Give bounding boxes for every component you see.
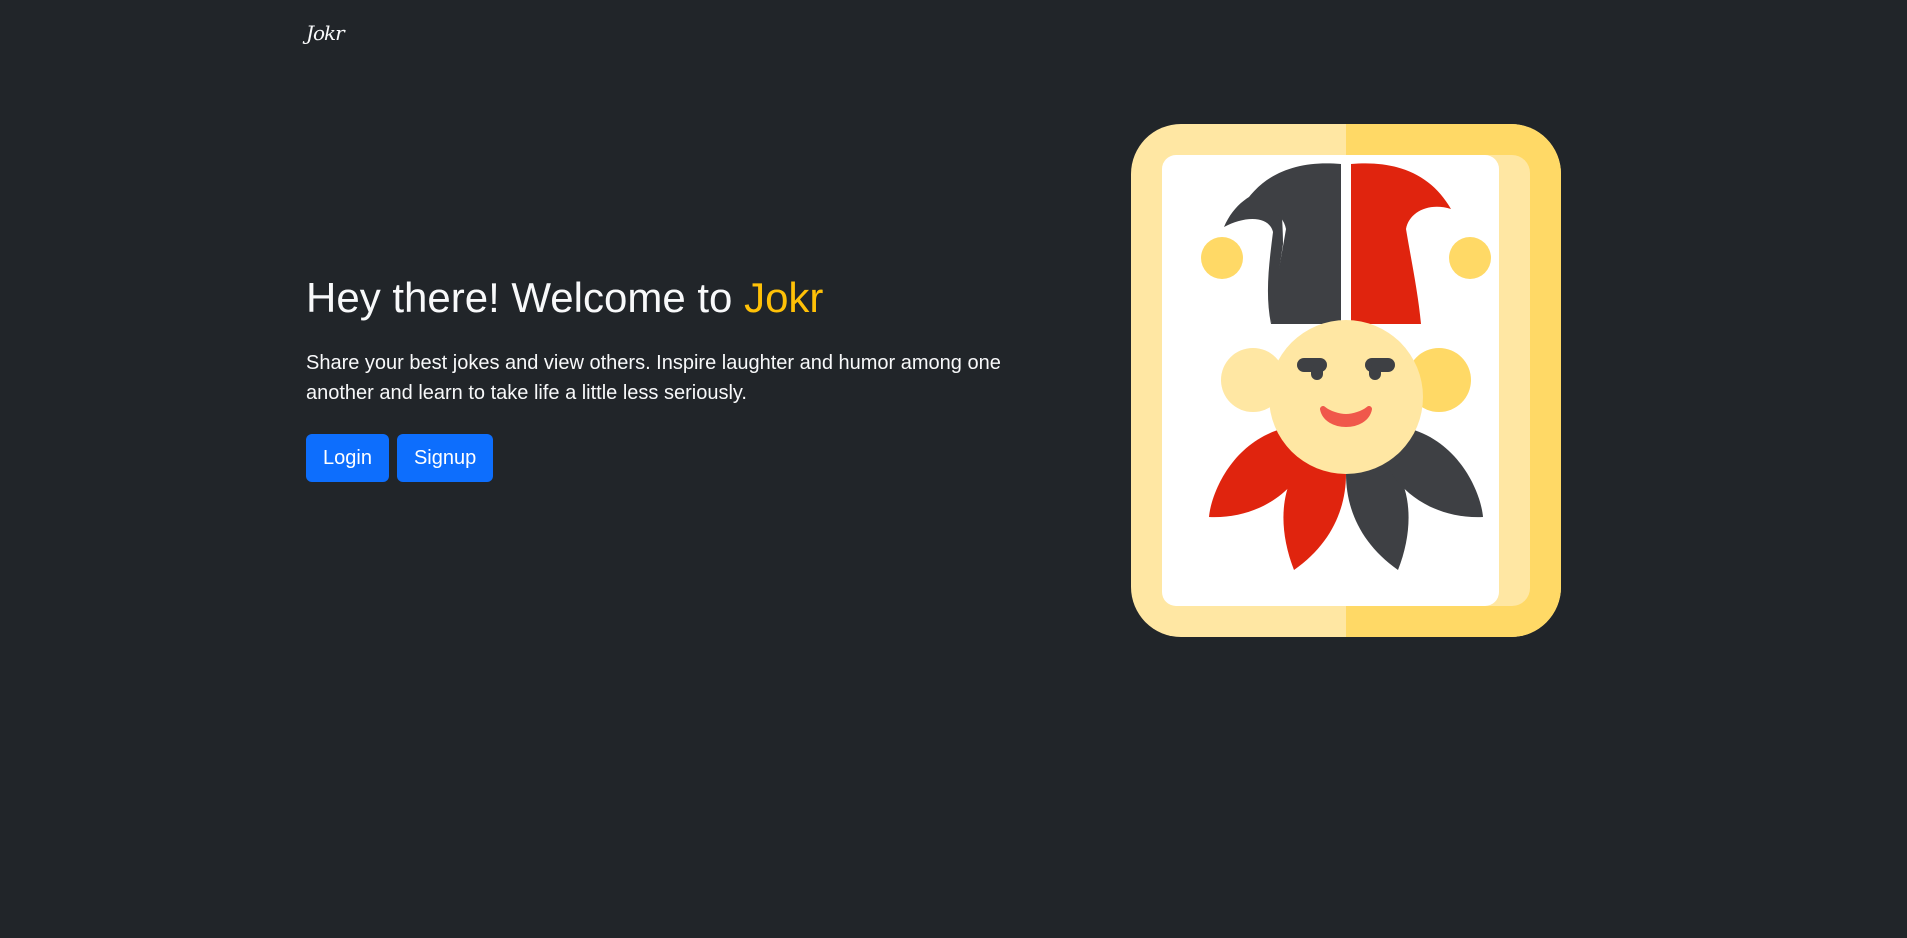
brand-logo-link[interactable]: Jokr bbox=[306, 21, 345, 45]
login-button[interactable]: Login bbox=[306, 434, 389, 482]
hero-section: Hey there! Welcome to Jokr Share your be… bbox=[306, 270, 1066, 482]
page-title: Hey there! Welcome to Jokr bbox=[306, 270, 1066, 326]
auth-buttons: Login Signup bbox=[306, 434, 1066, 482]
hat-bell-right bbox=[1449, 237, 1491, 279]
jester-card-icon bbox=[1131, 124, 1561, 637]
eye-left-tail bbox=[1311, 364, 1323, 380]
headline-brand: Jokr bbox=[744, 274, 824, 321]
headline-prefix: Hey there! Welcome to bbox=[306, 274, 745, 321]
hero-description: Share your best jokes and view others. I… bbox=[306, 352, 1001, 404]
hat-bell-left bbox=[1201, 237, 1243, 279]
navbar: Jokr bbox=[306, 18, 345, 48]
eye-right-tail bbox=[1369, 364, 1381, 380]
signup-button[interactable]: Signup bbox=[396, 434, 494, 482]
